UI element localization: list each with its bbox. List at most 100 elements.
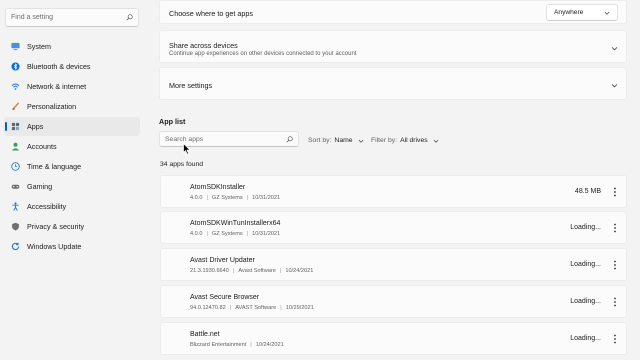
app-version: 4.0.0 — [190, 195, 203, 201]
app-list-title: App list — [159, 117, 186, 126]
apps-icon — [11, 122, 20, 131]
app-date: 10/31/2021 — [252, 195, 281, 201]
app-name: Avast Driver Updater — [190, 257, 255, 264]
get-apps-card: Choose where to get apps Anywhere — [159, 0, 627, 24]
app-meta: 21.3.1930.6640 | Avast Software | 10/24/2021 — [190, 268, 314, 274]
bluetooth-icon — [11, 62, 20, 71]
app-date: 10/24/2021 — [285, 268, 314, 274]
wifi-icon — [11, 82, 20, 91]
sidebar-item-network[interactable]: Network & internet — [4, 77, 140, 96]
apps-count: 34 apps found — [160, 161, 204, 168]
app-publisher: GZ Systems — [211, 195, 243, 201]
brush-icon — [11, 102, 20, 111]
sidebar-item-label: Accessibility — [27, 202, 67, 211]
chevron-down-icon — [604, 11, 610, 15]
sidebar-item-personalization[interactable]: Personalization — [4, 97, 140, 116]
app-version: 4.0.0 — [190, 231, 203, 237]
sidebar-item-time-language[interactable]: Time & language — [4, 157, 140, 176]
sidebar-item-label: Gaming — [27, 182, 53, 191]
filter-by-value: All drives — [400, 137, 428, 144]
more-options-icon[interactable] — [613, 187, 617, 197]
sidebar-item-bluetooth[interactable]: Bluetooth & devices — [4, 57, 140, 76]
chevron-down-icon[interactable] — [611, 82, 618, 89]
share-across-devices-card[interactable]: Share across devices Continue app experi… — [159, 30, 627, 63]
sidebar-item-label: Apps — [27, 122, 44, 131]
more-settings-label: More settings — [169, 81, 213, 90]
chevron-down-icon — [433, 139, 438, 143]
sort-by-dropdown[interactable]: Sort by: Name — [308, 137, 364, 144]
app-size: Loading... — [570, 261, 601, 268]
sidebar-item-label: Privacy & security — [27, 222, 85, 231]
sidebar-item-label: System — [27, 42, 51, 51]
app-publisher: Avast Software — [238, 268, 276, 274]
app-meta: 4.0.0 | GZ Systems | 10/31/2021 — [190, 231, 281, 237]
more-settings-card[interactable]: More settings — [159, 67, 627, 100]
app-size: Loading... — [570, 224, 601, 231]
app-date: 10/31/2021 — [252, 231, 281, 237]
gamepad-icon — [11, 182, 20, 191]
app-row[interactable]: Avast Secure Browser 94.0.12470.82 | AVAST… — [160, 285, 627, 318]
app-version: 94.0.12470.82 — [190, 305, 226, 311]
settings-search-placeholder: Find a setting — [11, 14, 54, 21]
app-meta: 4.0.0 | GZ Systems | 10/31/2021 — [190, 195, 281, 201]
sidebar-item-apps[interactable]: Apps — [4, 117, 140, 136]
get-apps-label: Choose where to get apps — [169, 9, 253, 18]
more-options-icon[interactable] — [613, 223, 617, 233]
app-size: Loading... — [570, 298, 601, 305]
share-subtitle: Continue app experiences on other device… — [169, 51, 357, 57]
filter-by-dropdown[interactable]: Filter by: All drives — [371, 137, 439, 144]
search-icon[interactable] — [126, 14, 133, 21]
sidebar-item-label: Windows Update — [27, 242, 82, 251]
more-options-icon[interactable] — [613, 334, 617, 344]
sidebar-item-windows-update[interactable]: Windows Update — [4, 237, 140, 256]
sidebar-item-label: Bluetooth & devices — [27, 62, 91, 71]
get-apps-value: Anywhere — [554, 9, 584, 16]
globe-clock-icon — [11, 162, 20, 171]
settings-search-input[interactable]: Find a setting — [5, 8, 139, 27]
sidebar-item-privacy-security[interactable]: Privacy & security — [4, 217, 140, 236]
monitor-icon — [11, 42, 20, 51]
sidebar-item-label: Network & internet — [27, 82, 87, 91]
app-name: Battle.net — [190, 331, 220, 338]
app-row[interactable]: AtomSDKWinTunInstallerx64 4.0.0 | GZ Syste… — [160, 211, 627, 244]
app-row[interactable]: Battle.net Blizzard Entertainment | 10/24/… — [160, 322, 627, 355]
app-publisher: AVAST Software — [235, 305, 277, 311]
sidebar-item-label: Time & language — [27, 162, 82, 171]
sidebar: Find a setting System Bluetooth & device… — [0, 0, 150, 360]
app-publisher: GZ Systems — [211, 231, 243, 237]
get-apps-dropdown[interactable]: Anywhere — [546, 4, 618, 21]
sidebar-item-system[interactable]: System — [4, 37, 140, 56]
app-row[interactable]: AtomSDKInstaller 4.0.0 | GZ Systems | 10/31/… — [160, 175, 627, 208]
chevron-down-icon — [358, 139, 363, 143]
search-icon[interactable] — [286, 135, 293, 143]
app-version: 21.3.1930.6640 — [190, 268, 229, 274]
shield-icon — [11, 222, 20, 231]
app-name: AtomSDKWinTunInstallerx64 — [190, 220, 281, 227]
app-date: 10/24/2021 — [255, 342, 284, 348]
person-icon — [11, 142, 20, 151]
sidebar-item-label: Accounts — [27, 142, 57, 151]
sidebar-nav: System Bluetooth & devices Network & int… — [4, 37, 140, 257]
accessibility-icon — [11, 202, 20, 211]
filter-by-label: Filter by: — [371, 137, 398, 144]
update-icon — [11, 242, 20, 251]
more-options-icon[interactable] — [613, 297, 617, 307]
sidebar-item-label: Personalization — [27, 102, 77, 111]
app-size: 48.5 MB — [574, 188, 601, 195]
app-meta: Blizzard Entertainment | 10/24/2021 — [190, 342, 284, 348]
app-name: AtomSDKInstaller — [190, 184, 246, 191]
sort-by-value: Name — [334, 137, 353, 144]
app-name: Avast Secure Browser — [190, 294, 260, 301]
search-apps-placeholder: Search apps — [165, 135, 204, 143]
app-size: Loading... — [570, 335, 601, 342]
app-publisher: Blizzard Entertainment — [190, 342, 247, 348]
app-row[interactable]: Avast Driver Updater 21.3.1930.6640 | Avas… — [160, 248, 627, 281]
sidebar-item-accounts[interactable]: Accounts — [4, 137, 140, 156]
sidebar-item-accessibility[interactable]: Accessibility — [4, 197, 140, 216]
chevron-down-icon[interactable] — [611, 45, 618, 52]
more-options-icon[interactable] — [613, 260, 617, 270]
search-apps-input[interactable]: Search apps — [159, 131, 299, 147]
sidebar-item-gaming[interactable]: Gaming — [4, 177, 140, 196]
share-title: Share across devices — [169, 41, 238, 50]
app-meta: 94.0.12470.82 | AVAST Software | 10/29/2021 — [190, 305, 314, 311]
